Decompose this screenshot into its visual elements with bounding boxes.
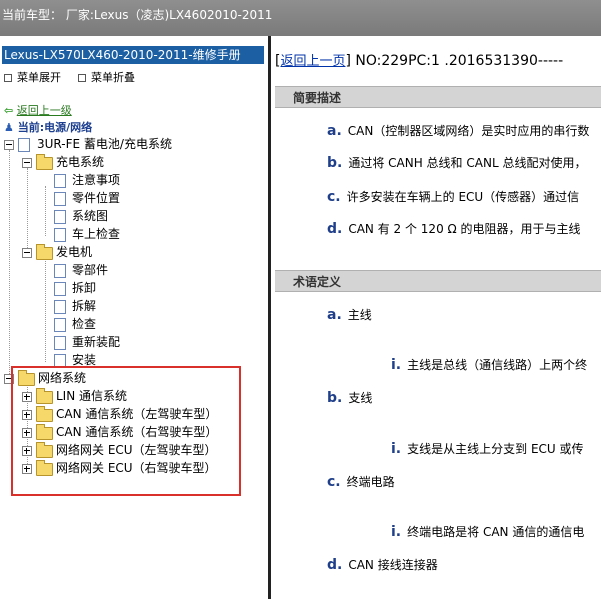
- list-item: d. CAN 接线连接器: [327, 557, 438, 573]
- document-icon: [54, 174, 66, 188]
- list-item: i. 终端电路是将 CAN 通信的通信电: [391, 524, 585, 540]
- collapse-toggle-icon[interactable]: [22, 248, 32, 258]
- expand-menu-button[interactable]: 菜单展开: [4, 69, 61, 85]
- document-icon: [18, 138, 30, 152]
- list-item: c. 许多安装在车辆上的 ECU（传感器）通过信: [327, 189, 580, 205]
- list-item: a. 主线: [327, 307, 372, 323]
- tree-line: [9, 150, 10, 380]
- document-panel: [返回上一页] NO:229PC:1 .2016531390----- 简要描述…: [271, 36, 601, 599]
- person-icon: ♟: [4, 121, 14, 134]
- expand-icon: [4, 74, 12, 82]
- tree-line: [45, 186, 46, 236]
- tree-line: [27, 168, 28, 254]
- list-item: c. 终端电路: [327, 474, 395, 490]
- document-header: [返回上一页] NO:229PC:1 .2016531390-----: [275, 53, 564, 69]
- back-arrow-icon: ⇦: [4, 104, 14, 117]
- section-header: 简要描述: [275, 86, 601, 108]
- document-icon: [54, 264, 66, 278]
- list-item: b. 支线: [327, 390, 373, 406]
- back-up-link[interactable]: ⇦ 返回上一级: [4, 102, 72, 118]
- window-title: 当前车型： 厂家:Lexus（凌志)LX4602010-2011: [2, 8, 273, 22]
- document-icon: [54, 192, 66, 206]
- manual-title: Lexus-LX570LX460-2010-2011-维修手册: [2, 46, 264, 64]
- back-page-link[interactable]: 返回上一页: [280, 54, 345, 69]
- list-item: d. CAN 有 2 个 120 Ω 的电阻器，用于与主线: [327, 221, 581, 237]
- navigation-panel: Lexus-LX570LX460-2010-2011-维修手册 菜单展开 菜单折…: [0, 36, 268, 599]
- folder-open-icon: [36, 154, 53, 170]
- collapse-menu-button[interactable]: 菜单折叠: [78, 69, 135, 85]
- list-item: i. 支线是从主线上分支到 ECU 或传: [391, 441, 584, 457]
- folder-open-icon: [36, 244, 53, 260]
- list-item: i. 主线是总线（通信线路）上两个终: [391, 357, 588, 373]
- collapse-icon: [78, 74, 86, 82]
- window-title-bar: 当前车型： 厂家:Lexus（凌志)LX4602010-2011: [0, 0, 601, 36]
- list-item: a. CAN（控制器区域网络）是实时应用的串行数: [327, 123, 590, 139]
- section-header: 术语定义: [275, 270, 601, 292]
- document-icon: [54, 318, 66, 332]
- collapse-toggle-icon[interactable]: [4, 140, 14, 150]
- highlight-annotation: [11, 366, 241, 496]
- document-icon: [54, 336, 66, 350]
- document-id: NO:229PC:1 .2016531390-----: [355, 53, 564, 69]
- tree-line: [45, 258, 46, 362]
- list-item: b. 通过将 CANH 总线和 CANL 总线配对使用，: [327, 155, 587, 171]
- document-icon: [54, 282, 66, 296]
- collapse-toggle-icon[interactable]: [22, 158, 32, 168]
- document-icon: [54, 228, 66, 242]
- document-icon: [54, 300, 66, 314]
- document-icon: [54, 210, 66, 224]
- current-location: ♟ 当前:电源/网络: [4, 121, 93, 134]
